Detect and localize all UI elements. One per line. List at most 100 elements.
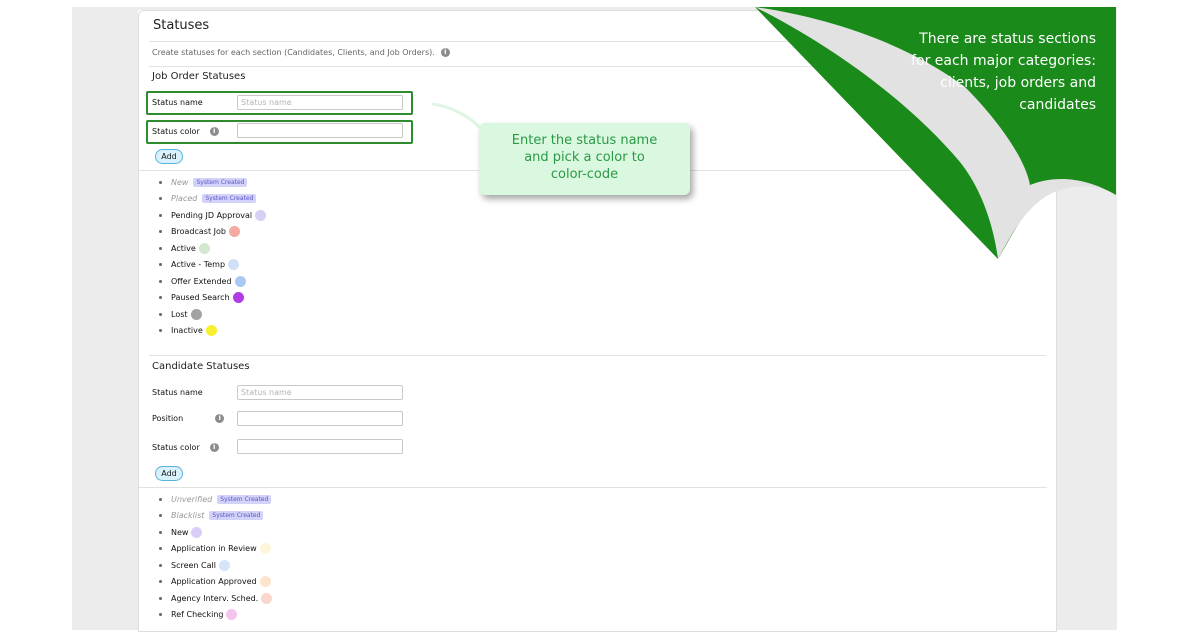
list-item[interactable]: Inactive [159, 323, 266, 340]
page-description: Create statuses for each section (Candid… [152, 48, 450, 57]
divider [139, 487, 1047, 488]
bullet-icon [159, 547, 162, 551]
bullet-icon [159, 279, 162, 283]
corner-annotation: There are status sections for each major … [876, 28, 1096, 116]
status-color-dot [191, 526, 203, 538]
status-color-label: Status color i [152, 127, 219, 136]
list-item[interactable]: Unverified System Created [159, 491, 272, 508]
status-color-dot [190, 308, 202, 320]
status-color-dot [261, 592, 273, 604]
list-item[interactable]: Broadcast Job [159, 224, 266, 241]
bullet-icon [159, 312, 162, 316]
bullet-icon [159, 613, 162, 617]
job-order-status-name-input[interactable]: Status name [237, 95, 403, 110]
job-order-status-color-input[interactable] [237, 123, 403, 138]
status-label: Lost [171, 309, 188, 319]
candidate-status-name-input[interactable]: Status name [237, 385, 403, 400]
info-icon[interactable]: i [215, 414, 225, 423]
candidate-status-color-label: Status color i [152, 443, 219, 452]
corner-text-line: for each major categories: [911, 53, 1096, 69]
corner-text-line: clients, job orders and [940, 75, 1096, 91]
candidate-position-label-text: Position [152, 414, 184, 423]
status-label: Screen Call [171, 560, 216, 570]
system-created-badge: System Created [217, 494, 272, 504]
status-name-label: Status name [152, 98, 203, 107]
callout-text-line: Enter the status name [511, 133, 658, 148]
info-icon[interactable]: i [209, 127, 219, 136]
corner-text-line: There are status sections [919, 31, 1096, 47]
list-item[interactable]: Active [159, 240, 266, 257]
bullet-icon [159, 213, 162, 217]
status-label: Placed [171, 194, 198, 204]
status-label: New [171, 527, 189, 537]
status-color-dot [198, 242, 210, 254]
status-color-dot [218, 559, 230, 571]
list-item[interactable]: Application in Review [159, 541, 272, 558]
list-item[interactable]: Ref Checking [159, 607, 272, 624]
bullet-icon [159, 296, 162, 300]
status-label: Active - Temp [171, 260, 226, 270]
divider [149, 355, 1046, 356]
callout-text-line: color-code [550, 167, 619, 182]
status-label: Application in Review [171, 544, 257, 554]
bullet-icon [159, 230, 162, 234]
page-margin-left [72, 7, 138, 630]
candidate-status-color-label-text: Status color [152, 443, 200, 452]
status-label: Broadcast Job [171, 227, 226, 237]
page-title: Statuses [153, 18, 210, 33]
bullet-icon [159, 263, 162, 267]
bullet-icon [159, 180, 162, 184]
list-item[interactable]: Paused Search [159, 290, 266, 307]
job-order-add-button[interactable]: Add [155, 149, 183, 164]
bullet-icon [159, 197, 162, 201]
bullet-icon [159, 329, 162, 333]
status-color-dot [259, 576, 271, 588]
candidate-status-color-input[interactable] [237, 439, 403, 454]
job-order-section-title: Job Order Statuses [152, 71, 246, 82]
bullet-icon [159, 596, 162, 600]
status-color-dot [228, 259, 240, 271]
system-created-badge: System Created [193, 177, 248, 187]
candidate-status-list: Unverified System Created Blacklist System … [159, 491, 273, 624]
candidate-add-button[interactable]: Add [155, 466, 183, 481]
callout-box: Enter the status name and pick a color to… [479, 123, 690, 195]
bullet-icon [159, 580, 162, 584]
bullet-icon [159, 514, 162, 518]
list-item[interactable]: Screen Call [159, 557, 272, 574]
status-color-dot [232, 292, 244, 304]
list-item[interactable]: Placed System Created [159, 191, 266, 208]
list-item[interactable]: New [159, 524, 272, 541]
status-color-dot [255, 209, 267, 221]
status-label: Ref Checking [171, 610, 224, 620]
candidate-section-title: Candidate Statuses [152, 361, 250, 372]
system-created-badge: System Created [202, 194, 257, 204]
list-item[interactable]: Lost [159, 306, 266, 323]
info-icon[interactable]: i [440, 48, 450, 57]
list-item[interactable]: Agency Interv. Sched. [159, 590, 273, 607]
list-item[interactable]: Application Approved [159, 574, 272, 591]
candidate-status-name-label-text: Status name [152, 388, 203, 397]
bullet-icon [159, 530, 162, 534]
status-color-dot [205, 325, 217, 337]
candidate-position-input[interactable] [237, 411, 403, 426]
list-item[interactable]: Pending JD Approval [159, 207, 267, 224]
list-item[interactable]: Blacklist System Created [159, 508, 272, 525]
candidate-status-name-label: Status name [152, 388, 203, 397]
callout-text-line: and pick a color to [524, 150, 645, 165]
system-created-badge: System Created [209, 511, 264, 521]
list-item[interactable]: New System Created [159, 174, 266, 191]
status-label: New [171, 177, 189, 187]
status-label: Unverified [171, 494, 213, 504]
status-label: Paused Search [171, 293, 230, 303]
status-label: Inactive [171, 326, 203, 336]
list-item[interactable]: Active - Temp [159, 257, 266, 274]
status-label: Blacklist [171, 511, 205, 521]
corner-text-line: candidates [1019, 97, 1096, 113]
status-label: Pending JD Approval [171, 210, 253, 220]
status-color-label-text: Status color [152, 127, 200, 136]
description-text: Create statuses for each section (Candid… [152, 48, 435, 57]
candidate-position-label: Position i [152, 414, 225, 423]
info-icon[interactable]: i [209, 443, 219, 452]
status-color-dot [234, 275, 246, 287]
list-item[interactable]: Offer Extended [159, 273, 266, 290]
